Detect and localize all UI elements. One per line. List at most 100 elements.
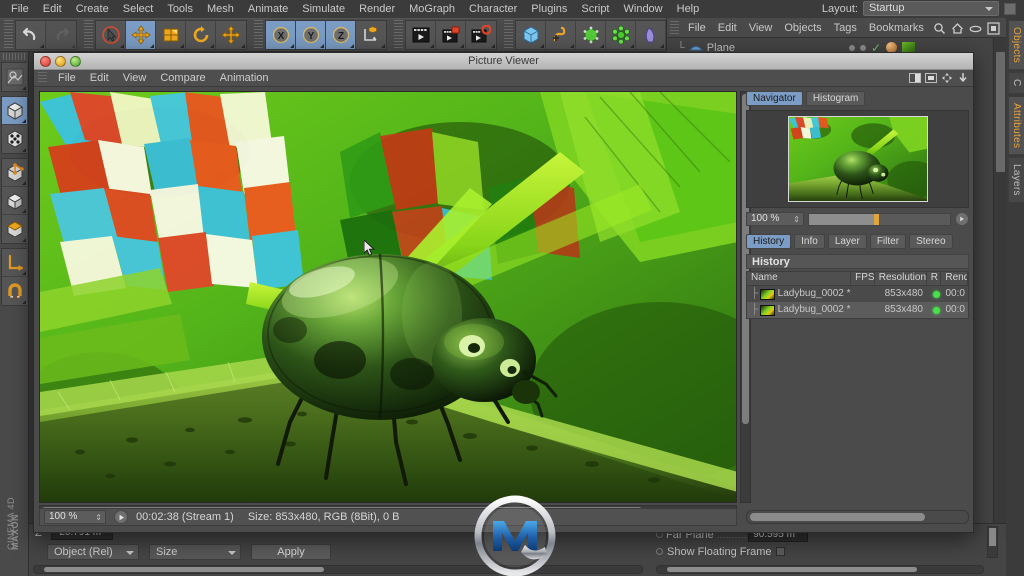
zoom-input[interactable]: 100 % ⇕ <box>44 510 106 524</box>
menu-item-plugins[interactable]: Plugins <box>524 0 574 18</box>
far-plane-hscrollbar[interactable] <box>656 565 984 574</box>
history-row[interactable]: ├ Ladybug_0002 * 853x480 00:0 <box>747 302 968 318</box>
scale-button[interactable] <box>156 21 186 49</box>
column-header-resolution[interactable]: Resolution <box>875 271 927 286</box>
submenu-corner-icon[interactable] <box>660 44 664 48</box>
submenu-corner-icon[interactable] <box>180 44 184 48</box>
pv-menu-item-animation[interactable]: Animation <box>213 70 276 87</box>
pv-menu-item-file[interactable]: File <box>51 70 83 87</box>
column-header-fps[interactable]: FPS <box>851 271 875 286</box>
toolbar-grip[interactable] <box>504 20 513 50</box>
history-row[interactable]: ├ Ladybug_0002 * 853x480 00:0 <box>747 286 968 302</box>
live-selection-button[interactable] <box>96 21 126 49</box>
navigator-fit-button[interactable] <box>955 212 969 226</box>
menu-item-help[interactable]: Help <box>670 0 707 18</box>
scrollbar-thumb[interactable] <box>44 567 324 572</box>
eye-icon[interactable] <box>969 24 982 34</box>
tab-histogram[interactable]: Histogram <box>805 91 866 106</box>
toolbar-grip[interactable] <box>254 20 263 50</box>
submenu-corner-icon[interactable] <box>600 44 604 48</box>
submenu-corner-icon[interactable] <box>120 44 124 48</box>
menu-item-character[interactable]: Character <box>462 0 524 18</box>
pv-menu-item-compare[interactable]: Compare <box>153 70 212 87</box>
deformer-button[interactable] <box>636 21 666 49</box>
menu-item-simulate[interactable]: Simulate <box>295 0 352 18</box>
tab-history[interactable]: History <box>746 234 792 249</box>
render-settings-button[interactable] <box>466 21 496 49</box>
menu-item-window[interactable]: Window <box>617 0 670 18</box>
menu-item-render[interactable]: Render <box>352 0 402 18</box>
spline-pen-button[interactable] <box>546 21 576 49</box>
zoom-button[interactable] <box>70 55 81 67</box>
objmenu-item-edit[interactable]: Edit <box>712 18 743 38</box>
toolbar-grip[interactable] <box>3 53 25 60</box>
tab-navigator[interactable]: Navigator <box>746 91 803 106</box>
toolbar-grip[interactable] <box>394 20 403 50</box>
texture-axis-button[interactable] <box>2 63 27 91</box>
history-horizontal-scrollbar[interactable] <box>746 510 969 524</box>
submenu-corner-icon[interactable] <box>22 86 26 90</box>
toolbar-grip[interactable] <box>84 20 93 50</box>
submenu-corner-icon[interactable] <box>22 238 26 242</box>
navigator-zoom-slider[interactable] <box>808 212 951 226</box>
submenu-corner-icon[interactable] <box>22 119 26 123</box>
render-region-button[interactable] <box>436 21 466 49</box>
visibility-dot-top[interactable] <box>848 44 855 51</box>
submenu-corner-icon[interactable] <box>71 44 75 48</box>
submenu-corner-icon[interactable] <box>630 44 634 48</box>
tab-stereo[interactable]: Stereo <box>909 234 953 249</box>
rendered-image-canvas[interactable] <box>39 91 737 503</box>
axis-y-button[interactable]: Y <box>296 21 326 49</box>
menu-item-script[interactable]: Script <box>574 0 616 18</box>
submenu-corner-icon[interactable] <box>381 44 385 48</box>
submenu-corner-icon[interactable] <box>570 44 574 48</box>
submenu-corner-icon[interactable] <box>290 44 294 48</box>
pv-menu-item-view[interactable]: View <box>116 70 154 87</box>
frame-icon[interactable] <box>987 22 1000 35</box>
scrollbar-thumb[interactable] <box>667 567 917 572</box>
axis-x-button[interactable]: X <box>266 21 296 49</box>
submenu-corner-icon[interactable] <box>22 148 26 152</box>
move-icon[interactable] <box>941 72 953 84</box>
objmenu-item-tags[interactable]: Tags <box>828 18 863 38</box>
submenu-corner-icon[interactable] <box>150 44 154 48</box>
far-plane-vscrollbar[interactable] <box>987 526 998 558</box>
undo-button[interactable] <box>16 21 46 49</box>
picture-viewer-titlebar[interactable]: Picture Viewer <box>34 53 973 70</box>
play-button[interactable] <box>114 510 128 524</box>
slider-knob[interactable] <box>873 213 879 225</box>
objmenu-item-view[interactable]: View <box>743 18 779 38</box>
submenu-corner-icon[interactable] <box>241 44 245 48</box>
dock-tab-layers[interactable]: Layers <box>1008 156 1024 203</box>
close-button[interactable] <box>40 55 51 67</box>
layout-icon[interactable] <box>925 72 937 84</box>
stepper-icon[interactable]: ⇕ <box>95 512 102 523</box>
search-icon[interactable] <box>933 22 946 35</box>
edges-mode-button[interactable] <box>2 159 27 187</box>
submenu-corner-icon[interactable] <box>540 44 544 48</box>
history-table-body[interactable]: ├ Ladybug_0002 * 853x480 00:0 ├ Ladybug_0002 … <box>746 286 969 319</box>
rotate-button[interactable] <box>186 21 216 49</box>
column-header-name[interactable]: Name <box>747 271 852 286</box>
menu-item-animate[interactable]: Animate <box>241 0 295 18</box>
menu-item-select[interactable]: Select <box>116 0 161 18</box>
tab-filter[interactable]: Filter <box>869 234 907 249</box>
submenu-corner-icon[interactable] <box>430 44 434 48</box>
visibility-dot-bottom[interactable] <box>859 44 866 51</box>
panel-grip[interactable] <box>38 72 47 84</box>
redo-button[interactable] <box>46 21 76 49</box>
menu-item-create[interactable]: Create <box>69 0 116 18</box>
scrollbar-thumb[interactable] <box>750 513 925 521</box>
submenu-corner-icon[interactable] <box>210 44 214 48</box>
column-header-r[interactable]: R <box>927 271 942 286</box>
radio-floating-frame[interactable] <box>656 548 663 555</box>
dock-tab-c[interactable]: C <box>1008 72 1024 94</box>
apply-button[interactable]: Apply <box>251 543 331 560</box>
menu-item-edit[interactable]: Edit <box>36 0 69 18</box>
navigator-preview[interactable] <box>746 110 969 208</box>
layout-select[interactable]: Startup <box>863 1 999 16</box>
coordinate-system-dropdown[interactable]: Object (Rel) <box>47 543 139 560</box>
pv-menu-item-edit[interactable]: Edit <box>83 70 116 87</box>
submenu-corner-icon[interactable] <box>350 44 354 48</box>
dock-tab-attributes[interactable]: Attributes <box>1008 95 1024 155</box>
